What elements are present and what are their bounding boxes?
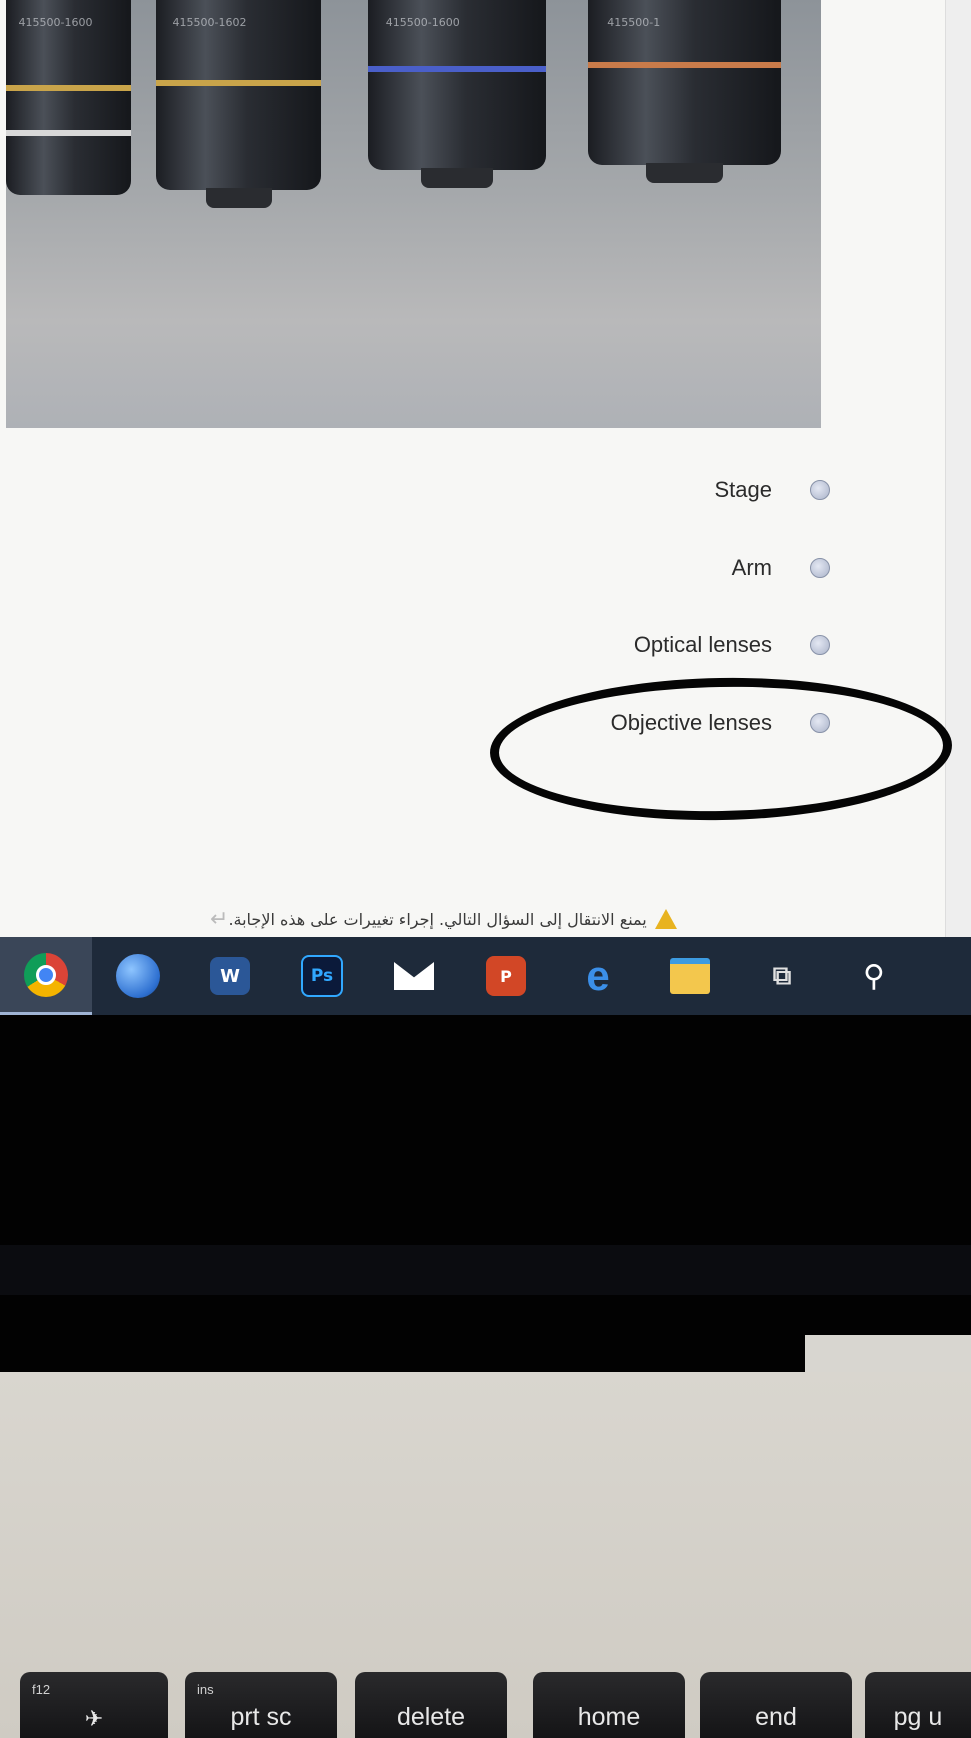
edge-icon: e xyxy=(586,952,610,999)
bezel-strip xyxy=(0,1245,971,1295)
radio-button[interactable] xyxy=(810,480,830,500)
option-optical-lenses[interactable]: Optical lenses xyxy=(240,625,840,665)
word-icon: W xyxy=(210,957,250,995)
key-pg-up[interactable]: pg u xyxy=(865,1672,971,1738)
key-f12-airplane[interactable]: f12 ✈ xyxy=(20,1672,168,1738)
taskbar-word[interactable]: W xyxy=(184,937,276,1015)
taskbar-task-view[interactable]: ⧉ xyxy=(736,937,828,1015)
taskbar-chrome[interactable] xyxy=(0,937,92,1015)
search-icon: ⚲ xyxy=(863,958,885,994)
navigation-warning: يمنع الانتقال إلى السؤال التالي. إجراء ت… xyxy=(190,905,830,933)
taskbar-edge[interactable]: e xyxy=(552,937,644,1015)
key-home[interactable]: home xyxy=(533,1672,685,1738)
taskbar-powerpoint[interactable]: P xyxy=(460,937,552,1015)
taskbar-search[interactable]: ⚲ xyxy=(828,937,920,1015)
page-scrollbar[interactable] xyxy=(945,0,971,940)
photoshop-icon: Ps xyxy=(301,955,343,997)
taskbar-file-explorer[interactable] xyxy=(644,937,736,1015)
warning-icon xyxy=(654,909,677,929)
microscope-objectives-photo: 415500-1600 415500-1602 415500-1600 4155… xyxy=(6,0,821,428)
mail-icon xyxy=(392,954,436,998)
key-end[interactable]: end xyxy=(700,1672,852,1738)
hand-drawn-circle-annotation xyxy=(488,673,954,825)
return-arrow-icon: ↵ xyxy=(210,906,229,932)
option-stage[interactable]: Stage xyxy=(240,470,840,510)
taskbar-mail[interactable] xyxy=(368,937,460,1015)
screen: 415500-1600 415500-1602 415500-1600 4155… xyxy=(0,0,971,940)
file-explorer-icon xyxy=(668,954,712,998)
windows-taskbar: W Ps P e ⧉ ⚲ xyxy=(0,937,971,1015)
taskbar-google-earth[interactable] xyxy=(92,937,184,1015)
powerpoint-icon: P xyxy=(486,956,526,996)
option-label: Stage xyxy=(714,477,773,502)
objective-lens: 415500-1600 xyxy=(6,0,131,195)
objective-lens: 415500-1 xyxy=(588,0,781,183)
option-label: Optical lenses xyxy=(633,632,772,657)
option-label: Arm xyxy=(731,555,772,580)
bezel-lip xyxy=(805,1335,971,1375)
objective-lens: 415500-1600 xyxy=(368,0,546,188)
objective-lens: 415500-1602 xyxy=(156,0,321,208)
google-earth-icon xyxy=(116,954,160,998)
warning-text: يمنع الانتقال إلى السؤال التالي. إجراء ت… xyxy=(228,909,647,929)
task-view-icon: ⧉ xyxy=(772,960,792,991)
radio-button[interactable] xyxy=(810,635,830,655)
airplane-icon: ✈ xyxy=(84,1706,104,1731)
key-prt-sc[interactable]: ins prt sc xyxy=(185,1672,337,1738)
option-arm[interactable]: Arm xyxy=(240,548,840,588)
taskbar-photoshop[interactable]: Ps xyxy=(276,937,368,1015)
key-delete[interactable]: delete xyxy=(355,1672,507,1738)
chrome-icon xyxy=(24,952,68,997)
radio-button[interactable] xyxy=(810,558,830,578)
